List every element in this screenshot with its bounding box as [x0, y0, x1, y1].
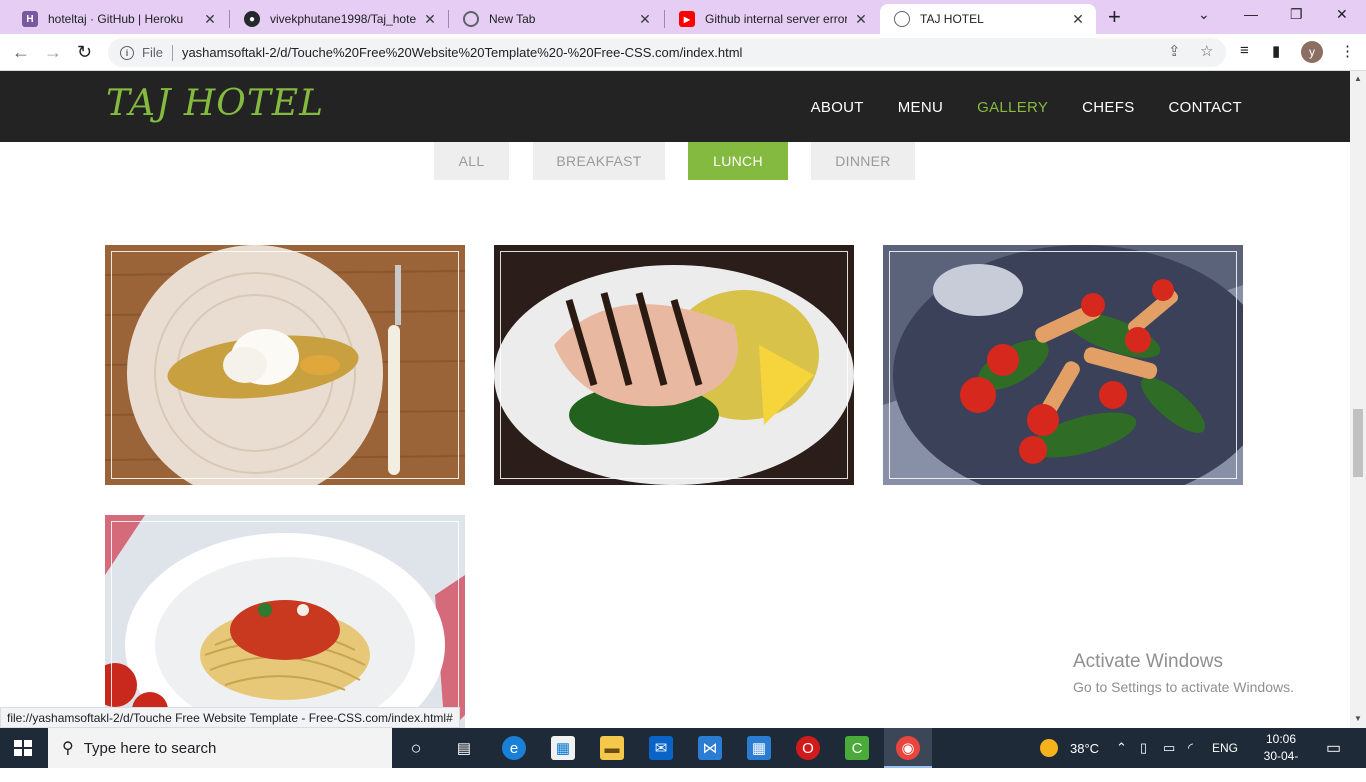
windows-taskbar: ⚲ Type here to search ○ ▤ e ▦ ▬ ✉ ⋈ ▦ O … [0, 728, 1366, 780]
activate-windows-watermark: Activate Windows Go to Settings to activ… [1073, 651, 1294, 695]
notification-icon[interactable]: ▭ [1326, 728, 1341, 768]
site-navbar: TAJ HOTEL ABOUT MENU GALLERY CHEFS CONTA… [0, 71, 1350, 142]
tab-title: vivekphutane1998/Taj_hotel- [270, 12, 416, 26]
image-frame [111, 521, 459, 728]
window-close-icon[interactable]: ✕ [1336, 6, 1348, 23]
image-frame [889, 251, 1237, 479]
browser-tab-active[interactable]: TAJ HOTEL ✕ [880, 4, 1096, 34]
back-arrow-icon[interactable]: ← [12, 42, 30, 62]
clock-time: 10:06 [1265, 732, 1297, 746]
scroll-up-arrow-icon[interactable]: ▲ [1354, 74, 1362, 83]
nav-contact[interactable]: CONTACT [1169, 99, 1242, 116]
youtube-icon: ▶ [679, 11, 695, 27]
web-page: TAJ HOTEL ABOUT MENU GALLERY CHEFS CONTA… [0, 71, 1350, 728]
image-frame [111, 251, 459, 479]
nav-gallery[interactable]: GALLERY [977, 99, 1048, 116]
image-frame [500, 251, 848, 479]
close-icon[interactable]: ✕ [853, 11, 869, 28]
gallery-item[interactable] [105, 515, 465, 728]
browser-tab[interactable]: ● vivekphutane1998/Taj_hotel- ✕ [230, 4, 448, 34]
close-icon[interactable]: ✕ [202, 11, 218, 28]
filter-all[interactable]: ALL [434, 142, 509, 180]
tab-search-chevron-icon[interactable]: ⌄ [1198, 6, 1210, 23]
battery-icon[interactable]: ▭ [1163, 728, 1175, 768]
filter-lunch[interactable]: LUNCH [688, 142, 788, 180]
nav-chefs[interactable]: CHEFS [1082, 99, 1134, 116]
close-icon[interactable]: ✕ [422, 11, 438, 28]
nav-menu[interactable]: MENU [898, 99, 943, 116]
site-brand[interactable]: TAJ HOTEL [106, 83, 324, 124]
scrollbar-thumb[interactable] [1353, 409, 1363, 477]
browser-toolbar: ← → ↻ i File yashamsoftakl-2/d/Touche%20… [0, 34, 1366, 71]
calendar-icon[interactable]: ▦ [747, 736, 771, 760]
sun-icon [1040, 739, 1058, 757]
watermark-subtitle: Go to Settings to activate Windows. [1073, 679, 1294, 695]
restore-icon[interactable]: ❐ [1290, 6, 1303, 23]
tab-title: New Tab [489, 12, 536, 26]
wifi-icon[interactable]: ◜ [1188, 728, 1193, 768]
nav-about[interactable]: ABOUT [811, 99, 864, 116]
search-placeholder: Type here to search [83, 739, 217, 757]
bookmark-star-icon[interactable]: ☆ [1200, 42, 1213, 60]
minimize-icon[interactable]: — [1244, 6, 1258, 22]
address-bar[interactable]: i File yashamsoftakl-2/d/Touche%20Free%2… [108, 38, 1226, 67]
globe-icon [894, 11, 910, 27]
tab-title: Github internal server error, i [705, 12, 847, 26]
page-scrollbar[interactable]: ▲ ▼ [1350, 71, 1366, 728]
store-icon[interactable]: ▦ [551, 736, 575, 760]
weather-widget[interactable]: 38°C [1040, 728, 1099, 768]
share-icon[interactable]: ⇪ [1168, 42, 1181, 60]
github-icon: ● [244, 11, 260, 27]
opera-icon[interactable]: O [796, 736, 820, 760]
task-view-icon[interactable]: ▤ [452, 736, 476, 760]
language-indicator[interactable]: ENG [1212, 728, 1238, 768]
chrome-icon [463, 11, 479, 27]
tab-title: TAJ HOTEL [920, 12, 984, 26]
mail-icon[interactable]: ✉ [649, 736, 673, 760]
taskbar-clock[interactable]: 10:06 30-04-2022 [1254, 731, 1308, 782]
new-tab-plus-icon[interactable]: + [1108, 6, 1121, 28]
close-icon[interactable]: ✕ [637, 11, 653, 28]
heroku-icon: H [22, 11, 38, 27]
gallery-filters: ALL BREAKFAST LUNCH DINNER [0, 142, 1350, 180]
url-scheme: File [142, 45, 163, 60]
windows-start-icon[interactable] [14, 740, 32, 756]
cortana-icon[interactable]: ○ [404, 736, 428, 760]
gallery-item[interactable] [494, 245, 854, 485]
weather-temp: 38°C [1070, 740, 1100, 756]
filter-breakfast[interactable]: BREAKFAST [533, 142, 665, 180]
menu-kebab-icon[interactable]: ⋮ [1340, 42, 1355, 60]
camtasia-icon[interactable]: C [845, 736, 869, 760]
gallery-item[interactable] [883, 245, 1243, 485]
watermark-title: Activate Windows [1073, 651, 1223, 672]
tray-chevron-icon[interactable]: ⌃ [1116, 728, 1127, 768]
vscode-icon[interactable]: ⋈ [698, 736, 722, 760]
info-icon[interactable]: i [120, 45, 134, 60]
gallery-item[interactable] [105, 245, 465, 485]
link-status-bar: file://yashamsoftakl-2/d/Touche Free Web… [0, 707, 460, 728]
side-panel-icon[interactable]: ▮ [1272, 42, 1280, 60]
clock-date: 30-04-2022 [1263, 749, 1299, 780]
scroll-down-arrow-icon[interactable]: ▼ [1354, 714, 1362, 723]
edge-icon[interactable]: e [502, 736, 526, 760]
reload-icon[interactable]: ↻ [77, 42, 92, 62]
chrome-taskbar-icon[interactable]: ◉ [896, 736, 920, 760]
site-nav-links: ABOUT MENU GALLERY CHEFS CONTACT [811, 99, 1242, 116]
browser-tab[interactable]: ▶ Github internal server error, i ✕ [665, 4, 879, 34]
browser-tab[interactable]: New Tab ✕ [449, 4, 663, 34]
tab-title: hoteltaj · GitHub | Heroku [48, 12, 184, 26]
omnibox-divider [171, 44, 173, 61]
device-icon[interactable]: ▯ [1140, 728, 1147, 768]
file-explorer-icon[interactable]: ▬ [600, 736, 624, 760]
filter-dinner[interactable]: DINNER [811, 142, 915, 180]
profile-avatar[interactable]: y [1301, 41, 1323, 63]
reading-list-icon[interactable]: ≡ [1240, 42, 1249, 59]
browser-tab[interactable]: H hoteltaj · GitHub | Heroku ✕ [8, 4, 228, 34]
search-icon: ⚲ [62, 740, 74, 757]
url-text[interactable]: yashamsoftakl-2/d/Touche%20Free%20Websit… [182, 45, 742, 60]
taskbar-search[interactable]: ⚲ Type here to search [48, 728, 392, 768]
forward-arrow-icon[interactable]: → [44, 42, 62, 62]
close-icon[interactable]: ✕ [1070, 11, 1086, 28]
browser-tab-strip: H hoteltaj · GitHub | Heroku ✕ ● vivekph… [0, 0, 1366, 34]
